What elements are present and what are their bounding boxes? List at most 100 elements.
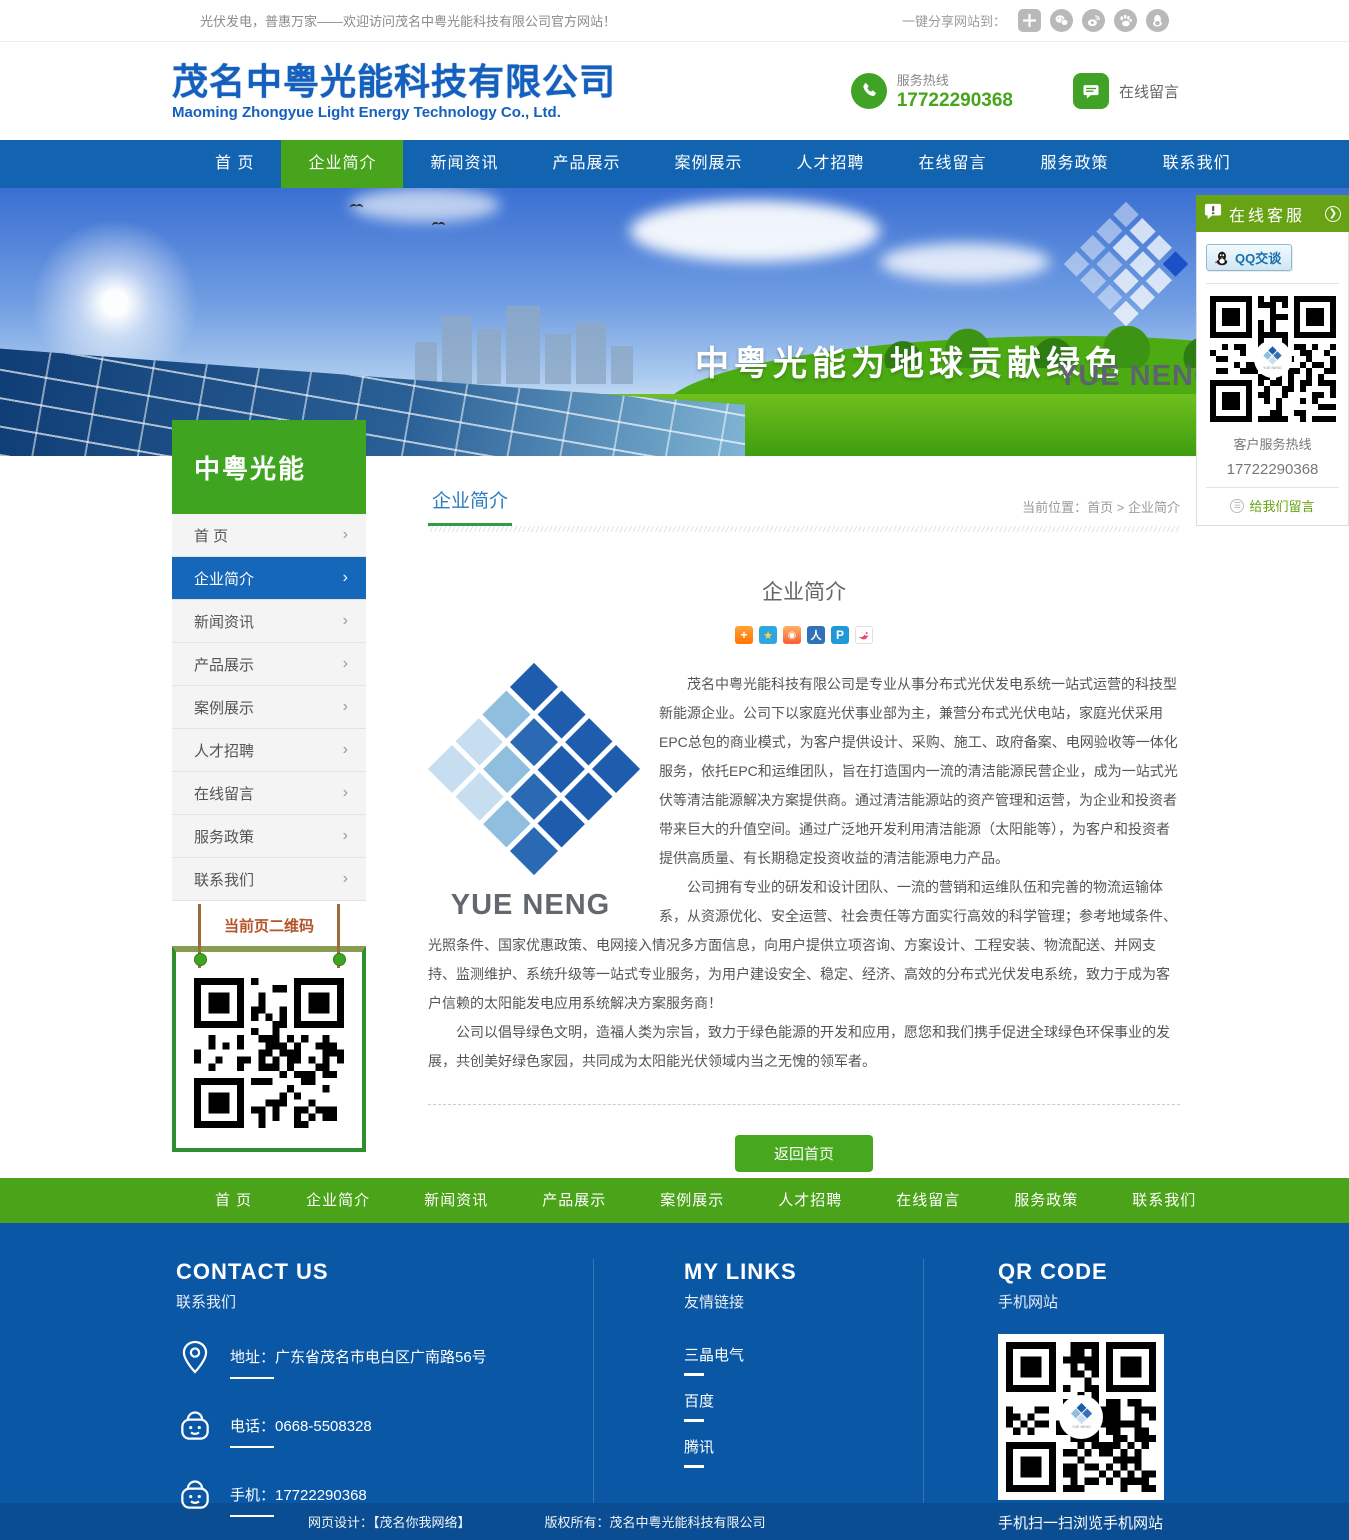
qq-penguin-icon bbox=[1214, 250, 1230, 266]
qq-chat-button[interactable]: QQ交谈 bbox=[1206, 244, 1292, 271]
mobile-phone-icon bbox=[176, 1476, 214, 1519]
tencent-weibo-icon[interactable] bbox=[855, 626, 873, 644]
wechat-icon[interactable] bbox=[1050, 9, 1073, 32]
weibo-icon[interactable] bbox=[1082, 9, 1105, 32]
service-panel-title: 在线客服 bbox=[1229, 202, 1318, 226]
sidebar-item-message[interactable]: 在线留言› bbox=[172, 772, 366, 815]
sina-weibo-icon[interactable]: ◉ bbox=[783, 626, 801, 644]
sidebar-item-cases[interactable]: 案例展示› bbox=[172, 686, 366, 729]
nav-item-products[interactable]: 产品展示 bbox=[525, 140, 647, 188]
contact-subheading: 联系我们 bbox=[176, 1291, 593, 1312]
friend-link[interactable]: 三晶电气 bbox=[684, 1344, 842, 1376]
footer-nav-contact[interactable]: 联系我们 bbox=[1105, 1178, 1223, 1223]
nav-item-message[interactable]: 在线留言 bbox=[892, 140, 1014, 188]
cloud-graphic bbox=[350, 188, 500, 222]
share-label: 一键分享网站到： bbox=[902, 11, 1006, 30]
sidebar-title: 中粤光能 bbox=[172, 420, 366, 514]
company-logo-image: YUE NENG bbox=[428, 676, 633, 924]
renren-icon[interactable]: 人 bbox=[807, 626, 825, 644]
message-block[interactable]: 在线留言 bbox=[1073, 73, 1179, 109]
nav-item-about[interactable]: 企业简介 bbox=[281, 140, 403, 188]
nav-item-contact[interactable]: 联系我们 bbox=[1136, 140, 1258, 188]
main-nav: 首 页 企业简介 新闻资讯 产品展示 案例展示 人才招聘 在线留言 服务政策 联… bbox=[0, 140, 1349, 188]
city-skyline bbox=[415, 306, 680, 384]
speech-bubble-icon bbox=[1204, 203, 1222, 225]
underline bbox=[230, 1446, 274, 1448]
nav-item-news[interactable]: 新闻资讯 bbox=[403, 140, 525, 188]
footer-nav: 首 页 企业简介 新闻资讯 产品展示 案例展示 人才招聘 在线留言 服务政策 联… bbox=[0, 1178, 1349, 1223]
bird-graphic bbox=[350, 204, 363, 211]
share-more-icon[interactable] bbox=[1018, 9, 1041, 32]
footer-qr-column: QR CODE 手机网站 YUE NENG 手机扫一扫浏览手机网站 bbox=[924, 1259, 1164, 1503]
sidebar-item-news[interactable]: 新闻资讯› bbox=[172, 600, 366, 643]
footer-nav-about[interactable]: 企业简介 bbox=[279, 1178, 397, 1223]
location-pin-icon bbox=[176, 1338, 214, 1381]
site-logo[interactable]: 茂名中粤光能科技有限公司 Maoming Zhongyue Light Ener… bbox=[172, 61, 616, 121]
mobile-qr-code: YUE NENG bbox=[1006, 1342, 1156, 1492]
qr-heading: QR CODE bbox=[998, 1259, 1164, 1285]
sidebar-item-home[interactable]: 首 页› bbox=[172, 514, 366, 557]
chevron-right-icon: › bbox=[343, 612, 348, 630]
qr-caption: 手机扫一扫浏览手机网站 bbox=[998, 1512, 1164, 1533]
sidebar-item-jobs[interactable]: 人才招聘› bbox=[172, 729, 366, 772]
friend-link[interactable]: 百度 bbox=[684, 1390, 842, 1422]
page-qr-card bbox=[172, 946, 366, 1152]
footer-nav-cases[interactable]: 案例展示 bbox=[633, 1178, 751, 1223]
footer-links-column: MY LINKS 友情链接 三晶电气 百度 腾讯 bbox=[594, 1259, 924, 1503]
pengyou-icon[interactable]: P bbox=[831, 626, 849, 644]
hotline-label: 服务热线 bbox=[897, 70, 1013, 89]
back-home-button[interactable]: 返回首页 bbox=[735, 1135, 873, 1172]
contact-address-row: 地址：广东省茂名市电白区广南路56号 bbox=[176, 1338, 593, 1381]
footer-nav-policy[interactable]: 服务政策 bbox=[987, 1178, 1105, 1223]
sidebar-item-contact[interactable]: 联系我们› bbox=[172, 858, 366, 901]
hatched-divider bbox=[428, 526, 1180, 532]
footer-contact-column: CONTACT US 联系我们 地址：广东省茂名市电白区广南路56号 电话：06… bbox=[176, 1259, 594, 1503]
cloud-graphic bbox=[880, 243, 1050, 281]
qq-icon[interactable] bbox=[1146, 9, 1169, 32]
friend-link[interactable]: 腾讯 bbox=[684, 1436, 842, 1468]
breadcrumb[interactable]: 当前位置：首页 > 企业简介 bbox=[1022, 497, 1180, 526]
logo-english: Maoming Zhongyue Light Energy Technology… bbox=[172, 104, 616, 121]
nav-item-jobs[interactable]: 人才招聘 bbox=[770, 140, 892, 188]
sidebar-item-products[interactable]: 产品展示› bbox=[172, 643, 366, 686]
chevron-right-icon: › bbox=[343, 870, 348, 888]
chevron-right-icon: › bbox=[343, 784, 348, 802]
chat-icon bbox=[1073, 73, 1109, 109]
mobile-qr-box: YUE NENG bbox=[998, 1334, 1164, 1500]
hotline-number: 17722290368 bbox=[897, 90, 1013, 112]
section-title: 企业简介 bbox=[428, 486, 512, 526]
footer-nav-jobs[interactable]: 人才招聘 bbox=[751, 1178, 869, 1223]
leave-message-link[interactable]: ☰ 给我们留言 bbox=[1206, 496, 1339, 515]
nav-item-cases[interactable]: 案例展示 bbox=[648, 140, 770, 188]
sidebar: 中粤光能 首 页› 企业简介› 新闻资讯› 产品展示› 案例展示› 人才招聘› … bbox=[172, 420, 366, 1152]
banner-brand-text: YUE NENG bbox=[1058, 360, 1217, 393]
article-share-row: + ★ ◉ 人 P bbox=[428, 626, 1180, 644]
telephone-icon bbox=[176, 1407, 214, 1450]
share-more-icon[interactable]: + bbox=[735, 626, 753, 644]
sidebar-item-policy[interactable]: 服务政策› bbox=[172, 815, 366, 858]
article-body: YUE NENG 茂名中粤光能科技有限公司是专业从事分布式光伏发电系统一站式运营… bbox=[428, 670, 1180, 1076]
service-hotline-number: 17722290368 bbox=[1206, 461, 1339, 488]
dashed-divider bbox=[428, 1104, 1180, 1105]
baidu-icon[interactable] bbox=[1114, 9, 1137, 32]
content-area: 企业简介 当前位置：首页 > 企业简介 企业简介 + ★ ◉ 人 P YUE N… bbox=[428, 456, 1180, 1172]
logo-chinese: 茂名中粤光能科技有限公司 bbox=[172, 61, 616, 102]
chevron-right-icon: › bbox=[343, 741, 348, 759]
banner-logo-diamond bbox=[1082, 220, 1170, 308]
links-heading: MY LINKS bbox=[684, 1259, 923, 1285]
panel-collapse-icon[interactable]: ❯ bbox=[1325, 206, 1341, 222]
qzone-icon[interactable]: ★ bbox=[759, 626, 777, 644]
design-credit[interactable]: 网页设计：【茂名你我网络】 bbox=[308, 1512, 471, 1531]
chevron-right-icon: › bbox=[343, 827, 348, 845]
topbar: 光伏发电，普惠万家——欢迎访问茂名中粤光能科技有限公司官方网站！ 一键分享网站到… bbox=[0, 0, 1349, 42]
footer-nav-news[interactable]: 新闻资讯 bbox=[397, 1178, 515, 1223]
cloud-graphic bbox=[630, 200, 880, 262]
footer-nav-home[interactable]: 首 页 bbox=[188, 1178, 279, 1223]
nav-item-policy[interactable]: 服务政策 bbox=[1014, 140, 1136, 188]
article-title: 企业简介 bbox=[428, 576, 1180, 606]
footer-nav-products[interactable]: 产品展示 bbox=[515, 1178, 633, 1223]
footer-nav-message[interactable]: 在线留言 bbox=[869, 1178, 987, 1223]
sidebar-item-about[interactable]: 企业简介› bbox=[172, 557, 366, 600]
nav-item-home[interactable]: 首 页 bbox=[188, 140, 281, 188]
hero-banner: 中粤光能为地球贡献绿色 YUE NENG bbox=[0, 188, 1349, 456]
